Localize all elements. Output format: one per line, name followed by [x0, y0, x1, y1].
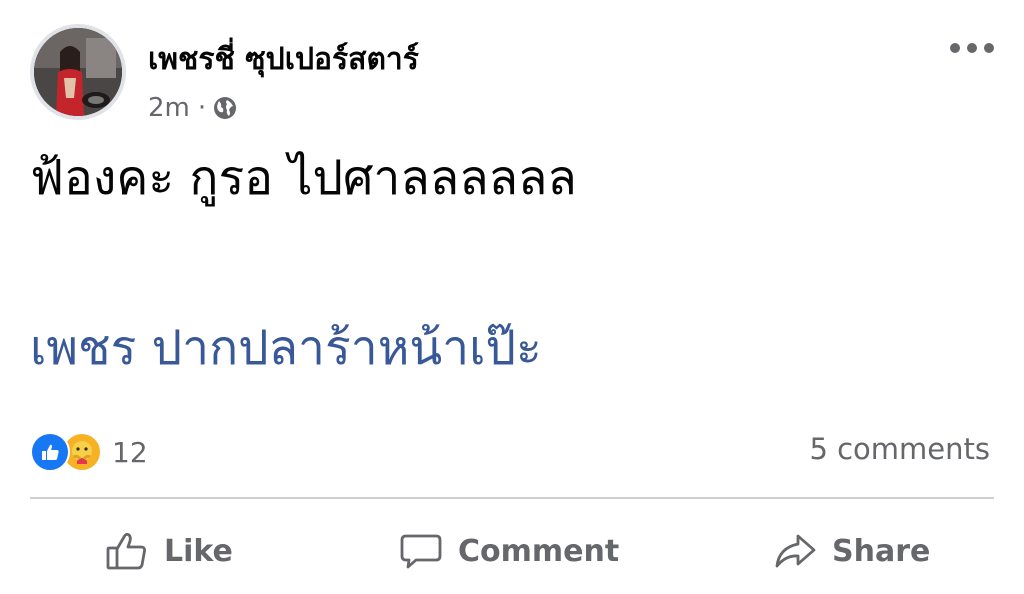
reactions-summary[interactable]: 12: [30, 430, 148, 474]
share-icon: [775, 534, 816, 568]
globe-icon[interactable]: [212, 95, 238, 121]
comment-button[interactable]: Comment: [398, 526, 619, 576]
more-dot: [950, 43, 960, 53]
like-reaction-icon: [30, 432, 70, 472]
post-timestamp[interactable]: 2m: [148, 93, 190, 123]
post-text: ฟ้องคะ กูรอ ไปศาลลลลลล: [30, 150, 577, 206]
meta-separator: ·: [197, 93, 207, 123]
more-dot: [967, 43, 977, 53]
share-label: Share: [832, 533, 931, 569]
comment-label: Comment: [458, 533, 620, 569]
more-options-icon[interactable]: [950, 38, 994, 58]
post-link[interactable]: เพชร ปากปลาร้าหน้าเป๊ะ: [30, 310, 542, 386]
avatar-image: [34, 28, 122, 116]
reaction-icons: [30, 432, 102, 472]
share-button[interactable]: Share: [772, 526, 930, 576]
divider: [30, 497, 994, 499]
more-dot: [984, 43, 994, 53]
facebook-post: เพชรชี่ ซุปเปอร์สตาร์ 2m · ฟ้องคะ กูรอ ไ…: [0, 0, 1024, 594]
like-label: Like: [164, 533, 233, 569]
comments-count[interactable]: 5 comments: [809, 432, 990, 466]
author-name[interactable]: เพชรชี่ ซุปเปอร์สตาร์: [148, 36, 419, 83]
reaction-count: 12: [112, 435, 148, 469]
thumbs-up-icon: [106, 532, 146, 570]
like-button[interactable]: Like: [104, 526, 233, 576]
comment-icon: [400, 534, 442, 569]
post-meta: 2m ·: [148, 90, 238, 126]
avatar[interactable]: [30, 24, 126, 120]
